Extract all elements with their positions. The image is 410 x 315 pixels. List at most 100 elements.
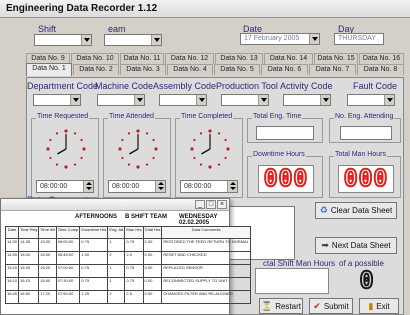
report-column-header: Data Comments <box>161 226 251 239</box>
no-eng-attending-field[interactable] <box>340 126 392 140</box>
tab-data-15[interactable]: Data No. 15 <box>314 53 358 64</box>
tab-data-5[interactable]: Data No. 5 <box>214 64 260 75</box>
close-icon[interactable]: × <box>217 200 227 209</box>
report-preview-window[interactable]: _ □ × AFTERNOONS B SHIFT TEAM WEDNESDAY … <box>0 198 251 315</box>
restart-label: Restart <box>275 301 301 311</box>
report-cell: 2.0 <box>124 251 144 265</box>
report-cell: 14:55 <box>4 251 20 265</box>
spin-arrows-icon[interactable] <box>155 181 165 192</box>
tab-data-1[interactable]: Data No. 1 <box>26 63 72 76</box>
report-column-header: Time Att <box>38 226 57 239</box>
downtime-hours-value: 000 <box>263 165 309 193</box>
report-cell: 0.75 <box>124 264 144 278</box>
shift-man-hours-display <box>255 268 329 294</box>
report-cell: 0.00 <box>142 290 163 304</box>
clock-icon <box>118 129 158 169</box>
activity-code-select[interactable] <box>283 94 331 106</box>
shift-select[interactable] <box>34 34 92 46</box>
report-cell: 1 <box>107 238 126 252</box>
total-man-hours-group: Total Man Hours 000 <box>329 151 401 198</box>
tab-data-11[interactable]: Data No. 11 <box>120 53 164 64</box>
tab-data-10[interactable]: Data No. 10 <box>71 53 119 64</box>
submit-button[interactable]: ✔ Submit <box>309 298 353 314</box>
possible-label: of a possible <box>339 259 384 268</box>
report-cell: 2.5 <box>124 290 144 304</box>
report-cell: REPLACED SENSOR <box>161 264 251 278</box>
team-select[interactable] <box>104 34 162 46</box>
time-completed-stepper[interactable]: 08:00:00 <box>180 180 238 193</box>
no-eng-attending-label: No. Eng. Attending <box>334 113 395 120</box>
report-cell: 15:25 <box>18 264 40 278</box>
clear-data-sheet-button[interactable]: ♻ Clear Data Sheet <box>315 202 397 219</box>
report-cell: 2 <box>107 290 126 304</box>
report-cell: 14:35 <box>18 238 40 252</box>
report-cell: RECONNECTED SUPPLY TO UNIT <box>161 277 251 291</box>
report-cell: 0.00 <box>142 264 163 278</box>
report-body: 14:30 14:35 15:30 06:00:00 0.75 1 0.75 0.00 REST… <box>4 238 251 304</box>
time-completed-value: 08:00:00 <box>184 183 212 190</box>
chevron-down-icon <box>196 95 206 105</box>
checkmark-icon: ✔ <box>313 300 321 311</box>
report-date: WEDNESDAY 02.02.2005 <box>179 214 218 226</box>
tab-data-3[interactable]: Data No. 3 <box>120 64 166 75</box>
downtime-hours-display: 000 <box>258 165 314 193</box>
title-bar: Engineering Data Recorder 1.12 <box>0 0 410 18</box>
clock-icon <box>190 129 230 169</box>
report-column-header: Eng. Att <box>107 226 126 239</box>
tab-data-4[interactable]: Data No. 4 <box>167 64 213 75</box>
report-cell: 0.00 <box>142 251 163 265</box>
time-requested-stepper[interactable]: 08:00:00 <box>36 180 94 193</box>
tab-data-16[interactable]: Data No. 16 <box>359 53 404 64</box>
tab-data-13[interactable]: Data No. 13 <box>215 53 263 64</box>
tab-data-8[interactable]: Data No. 8 <box>357 64 404 75</box>
department-code-select[interactable] <box>33 94 81 106</box>
assembly-code-select[interactable] <box>159 94 207 106</box>
report-cell: 06:00:00 <box>55 238 81 252</box>
minimize-icon[interactable]: _ <box>195 200 205 209</box>
submit-label: Submit <box>323 301 349 311</box>
report-cell: 1.25 <box>79 290 109 304</box>
report-row: 16:10 16:15 16:40 07:30:00 0.75 1 0.75 0.00 RECO… <box>4 277 251 291</box>
next-data-sheet-button[interactable]: ➡ Next Data Sheet <box>315 237 397 254</box>
time-attended-stepper[interactable]: 08:00:00 <box>108 180 166 193</box>
clock-icon <box>46 129 86 169</box>
report-title-bar[interactable]: _ □ × <box>1 199 229 211</box>
report-cell: 0.00 <box>142 238 163 252</box>
window-title: Engineering Data Recorder 1.12 <box>6 3 158 14</box>
date-value: 17 February 2005 <box>244 35 300 42</box>
tab-data-12[interactable]: Data No. 12 <box>165 53 214 64</box>
production-tool-select[interactable] <box>221 94 269 106</box>
exit-button[interactable]: ▮ Exit <box>359 298 399 314</box>
spin-arrows-icon[interactable] <box>227 181 237 192</box>
machine-code-select[interactable] <box>97 94 145 106</box>
report-cell: 16:10 <box>4 277 20 291</box>
tab-data-7[interactable]: Data No. 7 <box>309 64 356 75</box>
time-attended-group: Time Attended 08:00:00 <box>103 113 171 198</box>
report-cell: 06:45:00 <box>55 251 81 265</box>
tab-data-2[interactable]: Data No. 2 <box>73 64 119 75</box>
total-man-hours-label: Total Man Hours <box>334 151 387 158</box>
assembly-code-label: Assembly Code <box>153 81 217 91</box>
maximize-icon[interactable]: □ <box>206 200 216 209</box>
shift-label: Shift <box>38 24 57 34</box>
activity-code-label: Activity Code <box>280 81 333 91</box>
report-cell: 16:15 <box>18 277 40 291</box>
spin-arrows-icon[interactable] <box>83 181 93 192</box>
total-eng-time-field[interactable] <box>256 126 314 140</box>
tab-data-6[interactable]: Data No. 6 <box>261 64 308 75</box>
report-cell: 16:45 <box>4 290 20 304</box>
report-cell: 07:30:00 <box>55 277 81 291</box>
fault-code-select[interactable] <box>347 94 395 106</box>
report-cell: 16:40 <box>38 277 57 291</box>
tab-data-14[interactable]: Data No. 14 <box>264 53 313 64</box>
chevron-down-icon <box>81 35 91 45</box>
date-picker[interactable]: 17 February 2005 <box>240 33 320 45</box>
report-row: 15:20 15:25 16:20 07:00:00 0.75 1 0.75 0.00 REPL… <box>4 264 251 278</box>
report-cell: 15:20 <box>4 264 20 278</box>
report-table: Date Time Req Time Att Time Comp Downtime Hr… <box>4 226 251 304</box>
restart-button[interactable]: ⏳ Restart <box>259 298 303 314</box>
report-row: 16:45 16:50 17:20 07:50:00 1.25 2 2.5 0.00 CHANG… <box>4 290 251 304</box>
exit-label: Exit <box>376 301 390 311</box>
total-man-hours-display: 000 <box>338 165 394 193</box>
time-requested-value: 08:00:00 <box>40 183 68 190</box>
